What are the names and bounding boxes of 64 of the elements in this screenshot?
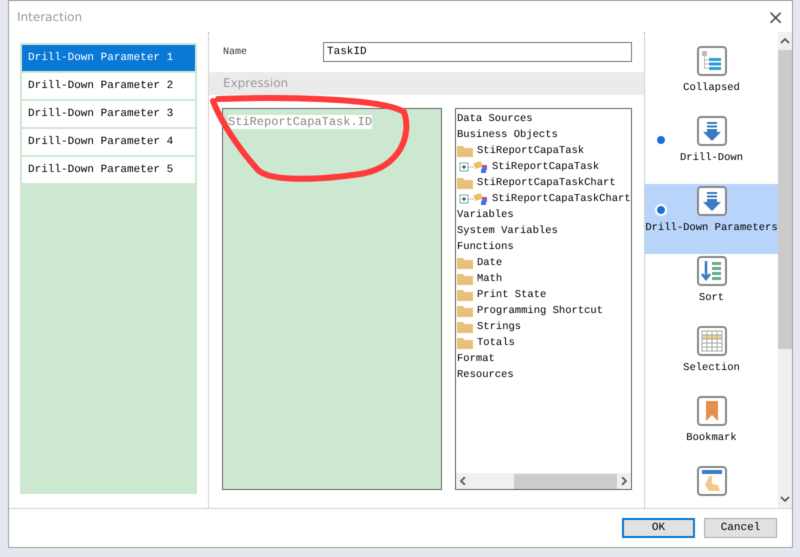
action-label: Bookmark	[686, 432, 737, 444]
folder-icon	[457, 321, 473, 333]
tree-item[interactable]: Resources	[457, 369, 514, 381]
name-field[interactable]: TaskID	[323, 42, 632, 62]
vertical-scrollbar[interactable]	[778, 32, 792, 508]
action-item[interactable]: Drill-Down Parameters	[645, 184, 778, 254]
folder-icon	[457, 177, 473, 189]
action-item[interactable]: Sort	[645, 254, 778, 324]
folder-icon	[457, 145, 473, 157]
sort-icon	[696, 256, 726, 286]
folder-icon	[457, 305, 473, 317]
action-item[interactable]: Bookmark	[645, 394, 778, 464]
tree-item[interactable]: Print State	[477, 289, 546, 301]
tree-item[interactable]: Data Sources	[457, 113, 533, 125]
parameter-item[interactable]: Drill-Down Parameter 2	[22, 73, 195, 99]
data-object-icon	[473, 160, 489, 174]
expression-text: StiReportCapaTask.ID	[228, 115, 372, 129]
table-grid-icon	[696, 326, 726, 356]
tree-item[interactable]: StiReportCapaTask	[477, 145, 584, 157]
folder-icon	[457, 337, 473, 349]
tree-item[interactable]: StiReportCapaTaskChart	[492, 193, 631, 205]
action-label: Drill-Down	[680, 152, 743, 164]
folder-icon	[457, 273, 473, 285]
tree-item[interactable]: StiReportCapaTaskChart	[477, 177, 616, 189]
action-item[interactable]: Collapsed	[645, 44, 778, 114]
bookmark-icon	[696, 396, 726, 426]
tree-item[interactable]: Totals	[477, 337, 515, 349]
horizontal-scrollbar[interactable]	[456, 473, 631, 489]
scroll-down-icon[interactable]	[780, 496, 790, 502]
window-title: Interaction	[17, 10, 82, 24]
tree-item[interactable]: Variables	[457, 209, 514, 221]
action-label: Sort	[698, 292, 724, 304]
tree-item[interactable]: Date	[477, 257, 502, 269]
collapsed-list-icon	[696, 46, 726, 76]
action-label: Selection	[683, 362, 740, 374]
action-label: Collapsed	[683, 82, 740, 94]
data-object-icon	[473, 192, 489, 206]
parameter-item[interactable]: Drill-Down Parameter 5	[22, 157, 195, 183]
name-label: Name	[223, 46, 248, 58]
tree-item[interactable]: Programming Shortcut	[477, 305, 604, 317]
folder-icon	[457, 257, 473, 269]
tree-item[interactable]: Business Objects	[457, 129, 558, 141]
tree-item[interactable]: Math	[477, 273, 502, 285]
expression-header: Expression	[209, 72, 644, 95]
parameter-item[interactable]: Drill-Down Parameter 1	[22, 45, 195, 71]
tree-item[interactable]: System Variables	[457, 225, 558, 237]
parameter-item[interactable]: Drill-Down Parameter 4	[22, 129, 195, 155]
expand-icon[interactable]	[459, 161, 473, 173]
scroll-up-icon[interactable]	[780, 38, 790, 44]
action-item[interactable]: Selection	[645, 324, 778, 394]
expression-editor[interactable]: StiReportCapaTask.ID	[222, 108, 442, 490]
tree-item[interactable]: Strings	[477, 321, 522, 333]
expand-icon[interactable]	[459, 193, 473, 205]
folder-icon	[457, 289, 473, 301]
dialog-button[interactable]: Cancel	[704, 518, 777, 538]
parameter-item[interactable]: Drill-Down Parameter 3	[22, 101, 195, 127]
dialog-button[interactable]: OK	[622, 518, 695, 538]
action-label: Drill-Down Parameters	[645, 222, 778, 234]
hand-pointer-icon	[696, 466, 726, 496]
action-item[interactable]: Drill-Down	[645, 114, 778, 184]
close-button[interactable]: ×	[759, 4, 792, 28]
tree-item[interactable]: Format	[457, 353, 495, 365]
tree-item[interactable]: StiReportCapaTask	[492, 161, 600, 173]
tree-item[interactable]: Functions	[457, 241, 514, 253]
